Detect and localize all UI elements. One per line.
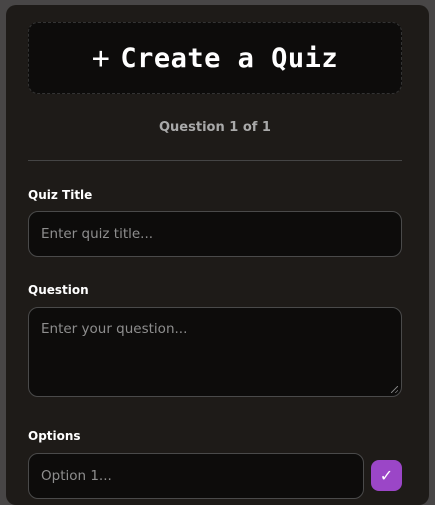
options-label: Options: [28, 429, 81, 443]
quiz-title-input[interactable]: Enter quiz title...: [28, 211, 402, 257]
check-icon: ✓: [379, 466, 394, 485]
option-input-1[interactable]: Option 1...: [28, 453, 364, 499]
question-placeholder: Enter your question...: [41, 321, 188, 337]
create-quiz-header: + Create a Quiz: [28, 22, 402, 94]
quiz-title-placeholder: Enter quiz title...: [41, 226, 154, 242]
option-placeholder-1: Option 1...: [41, 468, 112, 484]
correct-answer-check-button[interactable]: ✓: [371, 460, 402, 491]
plus-icon: +: [91, 40, 111, 76]
header-title: Create a Quiz: [120, 42, 339, 74]
divider: [28, 160, 402, 161]
question-label: Question: [28, 283, 89, 297]
question-textarea[interactable]: Enter your question...: [28, 307, 402, 397]
resize-handle[interactable]: [391, 386, 398, 393]
quiz-card: + Create a Quiz Question 1 of 1 Quiz Tit…: [6, 5, 429, 505]
question-counter: Question 1 of 1: [159, 120, 271, 135]
quiz-title-label: Quiz Title: [28, 188, 93, 202]
